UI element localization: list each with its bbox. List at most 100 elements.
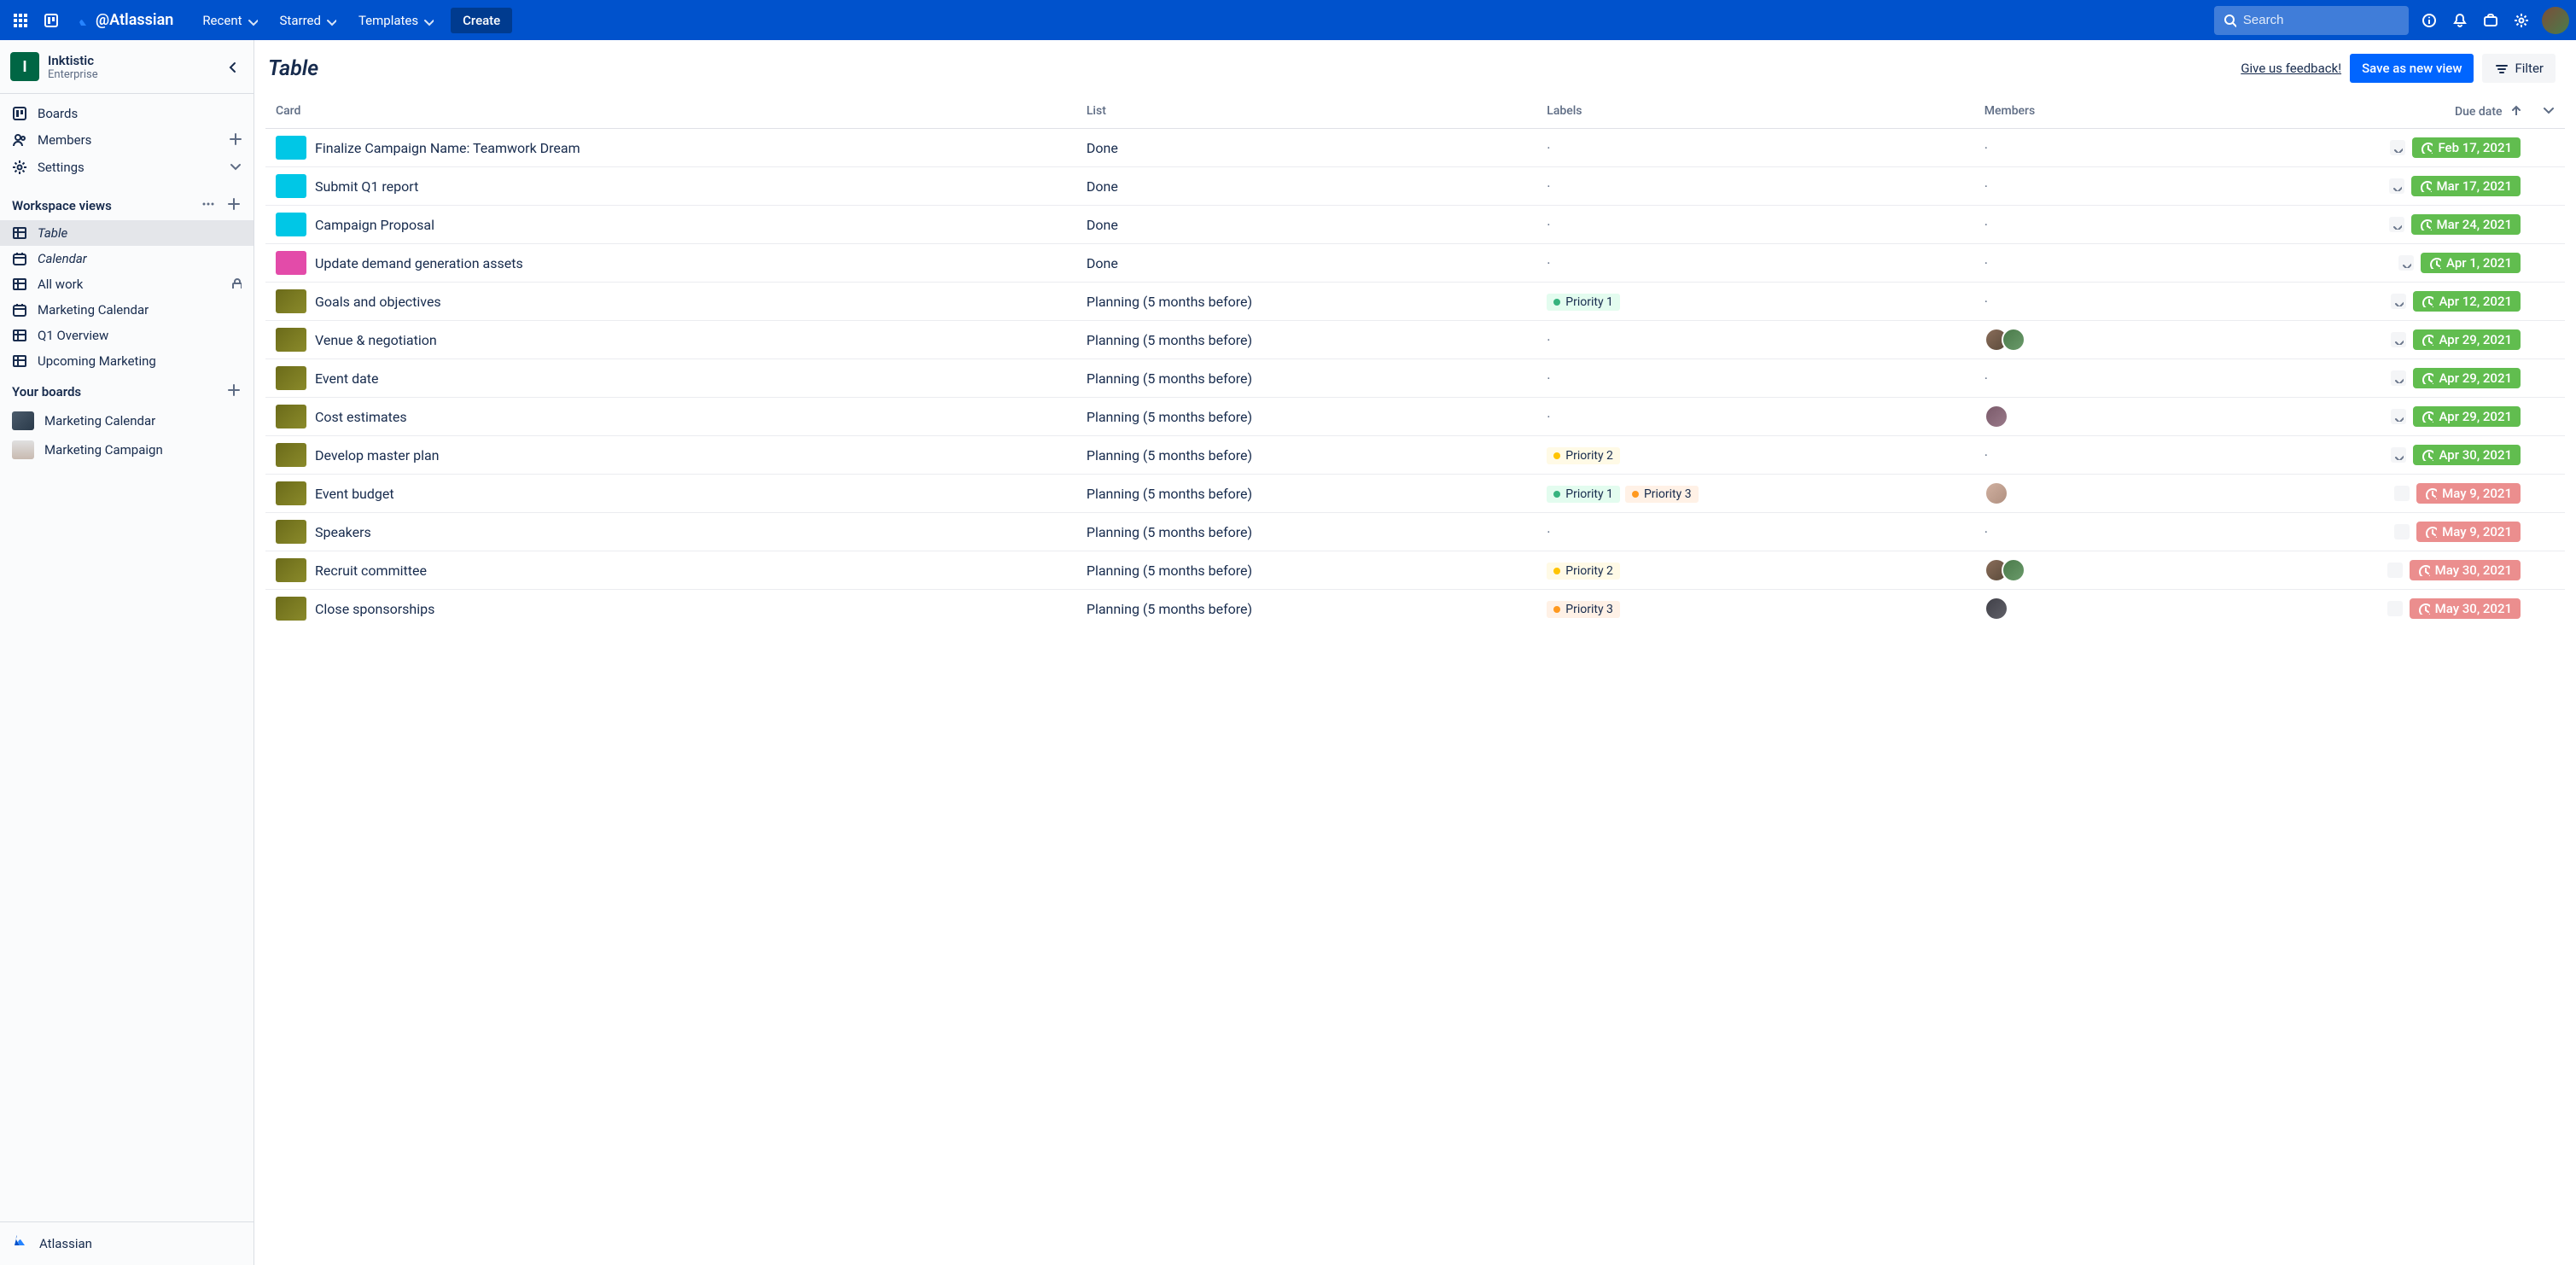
- due-date-badge[interactable]: Apr 30, 2021: [2413, 445, 2521, 465]
- workspace-header[interactable]: I Inktistic Enterprise: [0, 40, 254, 94]
- nav-item-recent[interactable]: Recent: [194, 8, 265, 33]
- due-complete-checkbox[interactable]: [2389, 217, 2404, 232]
- briefcase-icon[interactable]: [2477, 7, 2504, 34]
- sidebar-item-settings[interactable]: Settings: [0, 154, 254, 181]
- members-cell[interactable]: ·: [1974, 436, 2150, 475]
- due-complete-checkbox[interactable]: [2387, 563, 2403, 578]
- notifications-icon[interactable]: [2446, 7, 2474, 34]
- user-avatar[interactable]: [2542, 7, 2569, 34]
- table-row[interactable]: Goals and objectivesPlanning (5 months b…: [265, 283, 2566, 321]
- boards-add-icon[interactable]: [226, 382, 242, 401]
- view-item[interactable]: All work: [0, 271, 254, 297]
- view-item[interactable]: Marketing Calendar: [0, 297, 254, 323]
- due-complete-checkbox[interactable]: [2398, 255, 2414, 271]
- due-complete-checkbox[interactable]: [2391, 370, 2406, 386]
- due-date-badge[interactable]: Feb 17, 2021: [2412, 137, 2521, 158]
- label-pill[interactable]: Priority 1: [1547, 486, 1620, 503]
- members-cell[interactable]: ·: [1974, 513, 2150, 551]
- due-date-badge[interactable]: Apr 29, 2021: [2413, 406, 2521, 427]
- column-list[interactable]: List: [1076, 94, 1536, 129]
- create-button[interactable]: Create: [451, 8, 512, 33]
- column-card[interactable]: Card: [265, 94, 1076, 129]
- search-field[interactable]: [2243, 13, 2400, 27]
- brand-logo[interactable]: @Atlassian: [68, 11, 178, 29]
- labels-cell[interactable]: ·: [1536, 398, 1973, 436]
- members-cell[interactable]: ·: [1974, 283, 2150, 321]
- nav-item-starred[interactable]: Starred: [271, 8, 345, 33]
- members-cell[interactable]: ·: [1974, 129, 2150, 167]
- column-members[interactable]: Members: [1974, 94, 2150, 129]
- sidebar-item-members[interactable]: Members: [0, 126, 254, 154]
- view-item[interactable]: Upcoming Marketing: [0, 348, 254, 374]
- feedback-link[interactable]: Give us feedback!: [2241, 61, 2341, 76]
- due-complete-checkbox[interactable]: [2391, 447, 2406, 463]
- members-cell[interactable]: ·: [1974, 244, 2150, 283]
- table-row[interactable]: Campaign ProposalDone·· Mar 24, 2021: [265, 206, 2566, 244]
- members-cell[interactable]: [1974, 321, 2150, 359]
- home-icon[interactable]: [38, 7, 65, 34]
- labels-cell[interactable]: ·: [1536, 167, 1973, 206]
- table-row[interactable]: Venue & negotiationPlanning (5 months be…: [265, 321, 2566, 359]
- due-complete-checkbox[interactable]: [2387, 601, 2403, 616]
- members-cell[interactable]: ·: [1974, 206, 2150, 244]
- table-row[interactable]: Recruit committeePlanning (5 months befo…: [265, 551, 2566, 590]
- due-complete-checkbox[interactable]: [2394, 486, 2410, 501]
- board-item[interactable]: Marketing Campaign: [0, 435, 254, 464]
- due-complete-checkbox[interactable]: [2391, 294, 2406, 309]
- members-cell[interactable]: ·: [1974, 167, 2150, 206]
- sidebar-item-boards[interactable]: Boards: [0, 101, 254, 126]
- members-cell[interactable]: [1974, 475, 2150, 513]
- column-due[interactable]: Due date: [2150, 94, 2531, 129]
- labels-cell[interactable]: Priority 1: [1536, 283, 1973, 321]
- due-date-badge[interactable]: Apr 12, 2021: [2413, 291, 2521, 312]
- members-cell[interactable]: ·: [1974, 359, 2150, 398]
- label-pill[interactable]: Priority 3: [1625, 486, 1699, 503]
- table-row[interactable]: Update demand generation assetsDone·· Ap…: [265, 244, 2566, 283]
- chevron-down-icon[interactable]: [228, 159, 242, 176]
- nav-item-templates[interactable]: Templates: [350, 8, 442, 33]
- due-date-badge[interactable]: May 9, 2021: [2416, 483, 2521, 504]
- due-complete-checkbox[interactable]: [2394, 524, 2410, 539]
- filter-button[interactable]: Filter: [2482, 54, 2556, 83]
- table-row[interactable]: Submit Q1 reportDone·· Mar 17, 2021: [265, 167, 2566, 206]
- label-pill[interactable]: Priority 2: [1547, 447, 1620, 464]
- sidebar-footer[interactable]: Atlassian: [0, 1221, 254, 1265]
- due-complete-checkbox[interactable]: [2391, 332, 2406, 347]
- member-avatar[interactable]: [1984, 405, 2008, 428]
- view-item[interactable]: Q1 Overview: [0, 323, 254, 348]
- due-complete-checkbox[interactable]: [2389, 178, 2404, 194]
- table-row[interactable]: Event budgetPlanning (5 months before)Pr…: [265, 475, 2566, 513]
- label-pill[interactable]: Priority 3: [1547, 601, 1620, 618]
- table-row[interactable]: SpeakersPlanning (5 months before)·· May…: [265, 513, 2566, 551]
- due-date-badge[interactable]: Mar 24, 2021: [2411, 214, 2521, 235]
- due-date-badge[interactable]: Apr 1, 2021: [2421, 253, 2521, 273]
- labels-cell[interactable]: ·: [1536, 359, 1973, 398]
- labels-cell[interactable]: ·: [1536, 513, 1973, 551]
- due-date-badge[interactable]: Mar 17, 2021: [2411, 176, 2521, 196]
- member-avatar[interactable]: [1984, 481, 2008, 505]
- due-date-badge[interactable]: Apr 29, 2021: [2413, 329, 2521, 350]
- labels-cell[interactable]: Priority 2: [1536, 551, 1973, 590]
- app-switcher-icon[interactable]: [7, 7, 34, 34]
- label-pill[interactable]: Priority 2: [1547, 563, 1620, 580]
- table-row[interactable]: Close sponsorshipsPlanning (5 months bef…: [265, 590, 2566, 628]
- labels-cell[interactable]: Priority 3: [1536, 590, 1973, 628]
- view-item[interactable]: Table: [0, 220, 254, 246]
- labels-cell[interactable]: ·: [1536, 244, 1973, 283]
- plus-icon[interactable]: [228, 131, 242, 149]
- member-avatar[interactable]: [2002, 558, 2025, 582]
- due-complete-checkbox[interactable]: [2390, 140, 2405, 155]
- labels-cell[interactable]: ·: [1536, 321, 1973, 359]
- due-date-badge[interactable]: May 30, 2021: [2410, 598, 2521, 619]
- table-row[interactable]: Event datePlanning (5 months before)·· A…: [265, 359, 2566, 398]
- labels-cell[interactable]: Priority 2: [1536, 436, 1973, 475]
- view-item[interactable]: Calendar: [0, 246, 254, 271]
- views-more-icon[interactable]: [201, 196, 216, 215]
- settings-icon[interactable]: [2508, 7, 2535, 34]
- table-row[interactable]: Finalize Campaign Name: Teamwork Dream W…: [265, 129, 2566, 167]
- table-row[interactable]: Develop master planPlanning (5 months be…: [265, 436, 2566, 475]
- column-labels[interactable]: Labels: [1536, 94, 1973, 129]
- views-add-icon[interactable]: [226, 196, 242, 215]
- member-avatar[interactable]: [2002, 328, 2025, 352]
- due-complete-checkbox[interactable]: [2391, 409, 2406, 424]
